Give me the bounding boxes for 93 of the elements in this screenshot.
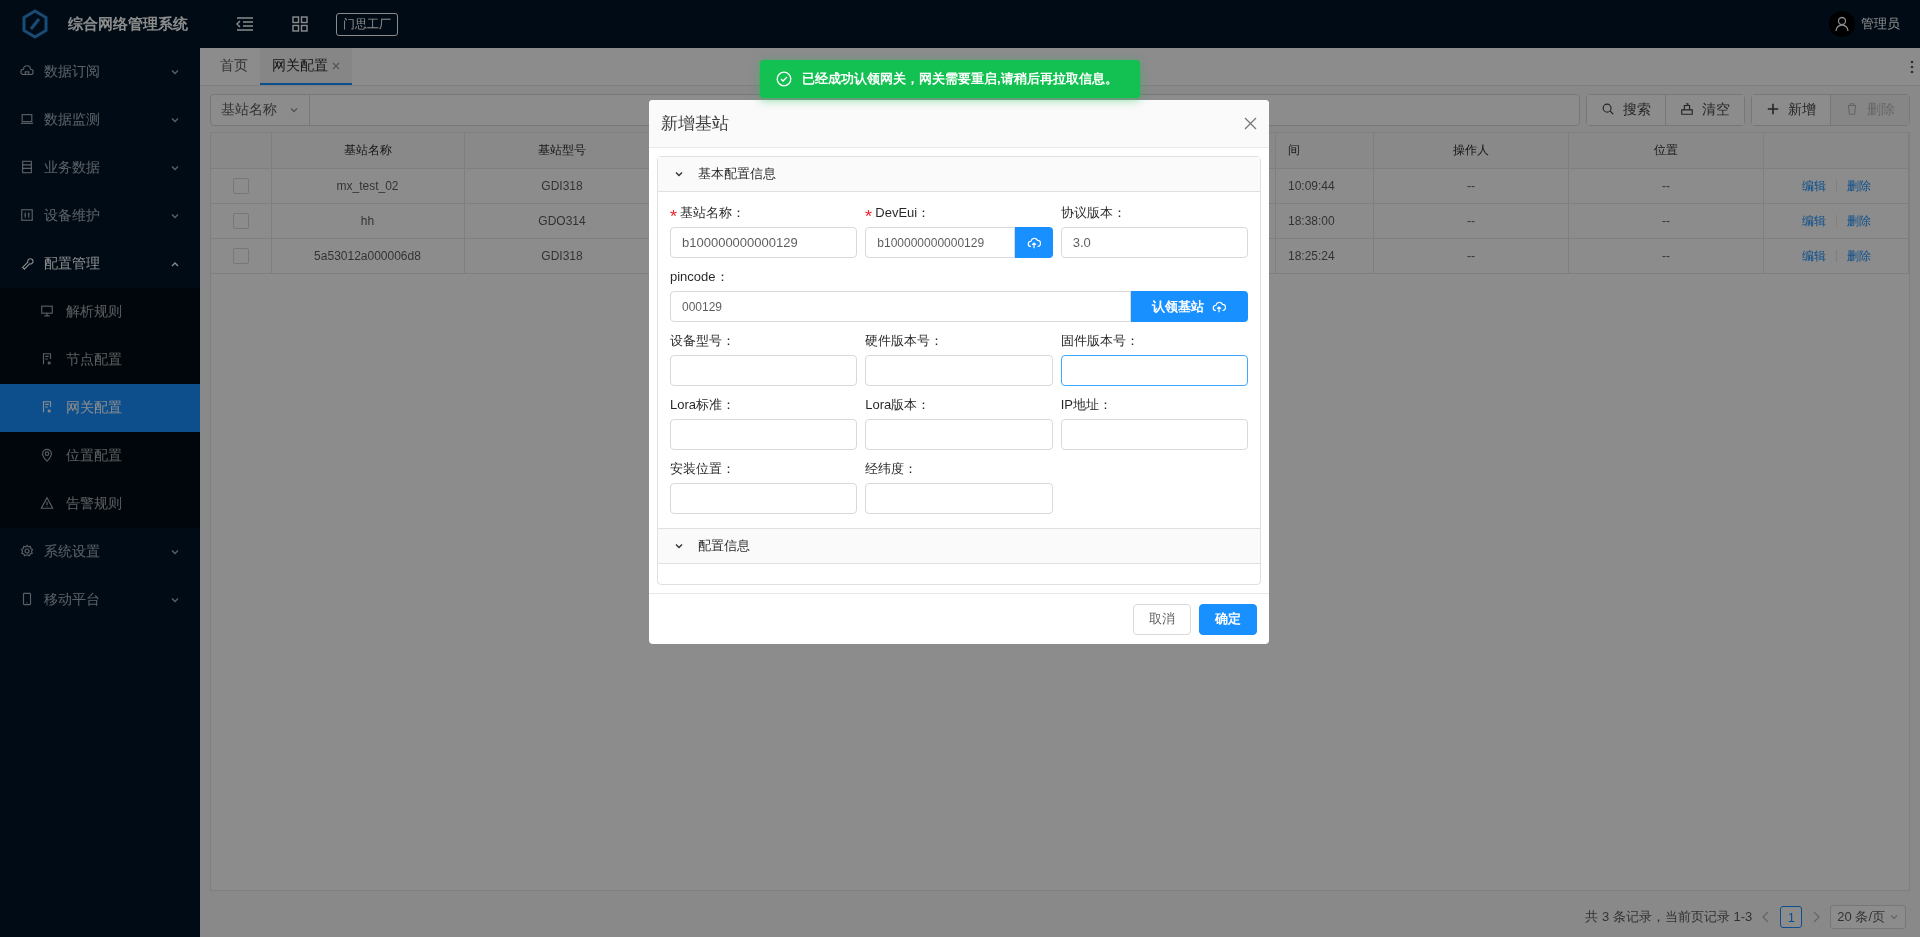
menu-item[interactable]: 系统设置 (0, 528, 200, 576)
table-cell: -- (1568, 238, 1764, 274)
chevron-down-icon (1889, 912, 1899, 922)
upload-button[interactable] (1014, 227, 1053, 258)
submenu-item[interactable]: 网关配置 (0, 384, 200, 432)
section-header[interactable]: 配置信息 (658, 528, 1260, 564)
submenu-item[interactable]: 位置配置 (0, 432, 200, 480)
table-cell: -- (1568, 168, 1764, 204)
field-label: DevEui： (875, 204, 931, 222)
text-field[interactable] (865, 419, 1053, 450)
column-header: 间 (1275, 133, 1374, 169)
text-field[interactable] (865, 355, 1053, 386)
delete-link[interactable]: 删除 (1846, 213, 1871, 228)
close-icon[interactable] (1244, 117, 1257, 130)
user-name[interactable]: 管理员 (1861, 15, 1900, 33)
column-header: 操作人 (1373, 133, 1569, 169)
grid-icon[interactable] (292, 16, 308, 32)
table-cell: -- (1373, 168, 1569, 204)
field-label: 设备型号： (670, 332, 735, 350)
field-label: 安装位置： (670, 460, 735, 478)
close-icon[interactable] (332, 61, 340, 70)
field-label: 固件版本号： (1060, 332, 1139, 350)
text-field[interactable] (670, 483, 858, 514)
delete-link[interactable]: 删除 (1846, 248, 1871, 263)
page-size-select[interactable]: 20 条/页 (1830, 905, 1906, 929)
text-field[interactable] (1060, 355, 1248, 386)
page-tab[interactable]: 首页 (208, 48, 260, 85)
prev-page-icon[interactable] (1762, 911, 1771, 923)
table-cell: -- (1373, 238, 1569, 274)
page-tab[interactable]: 网关配置 (260, 48, 352, 85)
text-field[interactable]: b100000000000129 (670, 227, 858, 258)
field-label: 经纬度： (865, 460, 918, 478)
text-field[interactable] (670, 355, 858, 386)
wrench-icon (20, 255, 34, 273)
cancel-button[interactable]: 取消 (1133, 603, 1191, 635)
column-header: 位置 (1568, 133, 1764, 169)
logo-icon (20, 9, 50, 39)
org-button[interactable]: 门思工厂 (336, 12, 398, 36)
table-cell: 5a53012a000006d8 (271, 238, 464, 274)
filter-select[interactable]: 基站名称 (211, 95, 310, 125)
toast-message: 已经成功认领网关，网关需要重启,请稍后再拉取信息。 (802, 70, 1118, 88)
menu-item[interactable]: 数据监测 (0, 96, 200, 144)
more-icon[interactable] (1910, 59, 1914, 74)
menu-item[interactable]: 设备维护 (0, 192, 200, 240)
delete-link[interactable]: 删除 (1846, 178, 1871, 193)
section-header[interactable]: 基本配置信息 (658, 157, 1260, 192)
field-label: 协议版本： (1060, 204, 1126, 222)
toolbar-button[interactable]: 搜索 (1587, 95, 1666, 125)
column-header: 基站名称 (271, 133, 464, 169)
table-cell: mx_test_02 (271, 168, 464, 204)
text-field[interactable] (1060, 419, 1248, 450)
table-cell: 18:25:24 (1275, 238, 1374, 274)
menu-fold-icon[interactable] (236, 16, 254, 32)
field-label: Lora标准： (670, 396, 736, 414)
menu-item[interactable]: 数据订阅 (0, 48, 200, 96)
text-field[interactable] (865, 483, 1053, 514)
dialog-title: 新增基站 (661, 113, 729, 135)
edit-link[interactable]: 编辑 (1801, 248, 1826, 263)
field-label: pincode： (670, 268, 729, 286)
submenu-item[interactable]: 节点配置 (0, 336, 200, 384)
edit-link[interactable]: 编辑 (1801, 213, 1826, 228)
menu-item[interactable]: 配置管理 (0, 240, 200, 288)
field-label: 基站名称： (680, 204, 745, 222)
check-circle-icon (776, 71, 792, 87)
menu-item[interactable]: 业务数据 (0, 144, 200, 192)
table-cell: hh (271, 203, 464, 239)
text-field[interactable] (670, 419, 858, 450)
text-field[interactable]: 000129 (670, 291, 1131, 322)
claim-button[interactable]: 认领基站 (1131, 291, 1248, 322)
page-button[interactable]: 1 (1780, 906, 1803, 928)
edit-link[interactable]: 编辑 (1801, 178, 1826, 193)
confirm-button[interactable]: 确定 (1199, 603, 1257, 635)
table-cell: -- (1373, 203, 1569, 239)
cloud-upload-icon (1026, 235, 1041, 250)
toolbar-button[interactable]: 新增 (1752, 95, 1831, 125)
app-title: 综合网络管理系统 (68, 14, 188, 34)
field-label: Lora版本： (865, 396, 931, 414)
cloud-upload-icon (1212, 299, 1227, 314)
record-summary: 共 3 条记录，当前页记录 1-3 (1585, 908, 1753, 926)
text-field[interactable]: 3.0 (1060, 227, 1248, 258)
table-cell: -- (1568, 203, 1764, 239)
table-cell: 18:38:00 (1275, 203, 1374, 239)
chevron-down-icon (289, 105, 299, 115)
next-page-icon[interactable] (1812, 911, 1821, 923)
submenu-item[interactable]: 解析规则 (0, 288, 200, 336)
table-cell: 10:09:44 (1275, 168, 1374, 204)
field-label: 硬件版本号： (865, 332, 944, 350)
menu-item[interactable]: 移动平台 (0, 576, 200, 624)
chevron-down-icon (674, 541, 684, 551)
submenu-item[interactable]: 告警规则 (0, 480, 200, 528)
field-label: IP地址： (1060, 396, 1112, 414)
chevron-down-icon (674, 169, 684, 179)
text-field[interactable]: b100000000000129 (865, 227, 1015, 258)
